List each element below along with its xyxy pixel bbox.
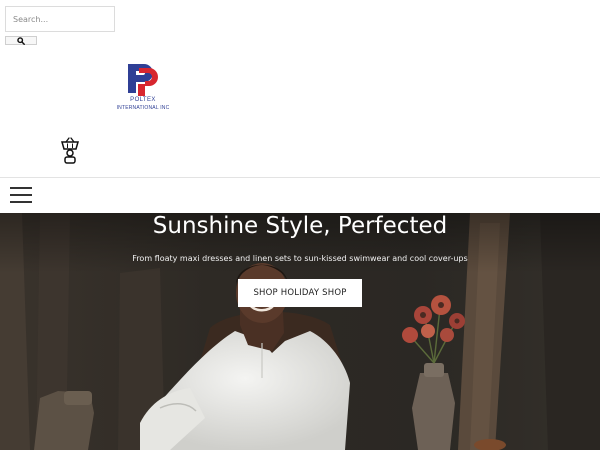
menu-line (10, 187, 32, 190)
hero-title: Sunshine Style, Perfected (152, 213, 448, 239)
search-button[interactable] (5, 36, 37, 45)
search-input[interactable] (5, 6, 115, 32)
shopping-basket-icon (61, 137, 79, 164)
shop-holiday-button[interactable]: SHOP HOLIDAY SHOP (238, 279, 362, 307)
header-divider (0, 177, 600, 178)
brand-logo[interactable]: POLTEX INTERNATIONAL INC (107, 60, 179, 116)
hero-photo (0, 213, 600, 450)
cart-button[interactable] (60, 137, 80, 165)
logo-mark-icon (128, 64, 158, 96)
brand-name: POLTEX (130, 97, 156, 103)
hero-banner: Sunshine Style, Perfected From floaty ma… (0, 213, 600, 450)
menu-line (10, 200, 32, 203)
search-icon (17, 36, 25, 45)
hero-subtitle: From floaty maxi dresses and linen sets … (132, 254, 468, 263)
brand-subtitle: INTERNATIONAL INC (116, 105, 170, 111)
hamburger-menu-icon[interactable] (8, 185, 34, 205)
menu-line (10, 193, 32, 197)
